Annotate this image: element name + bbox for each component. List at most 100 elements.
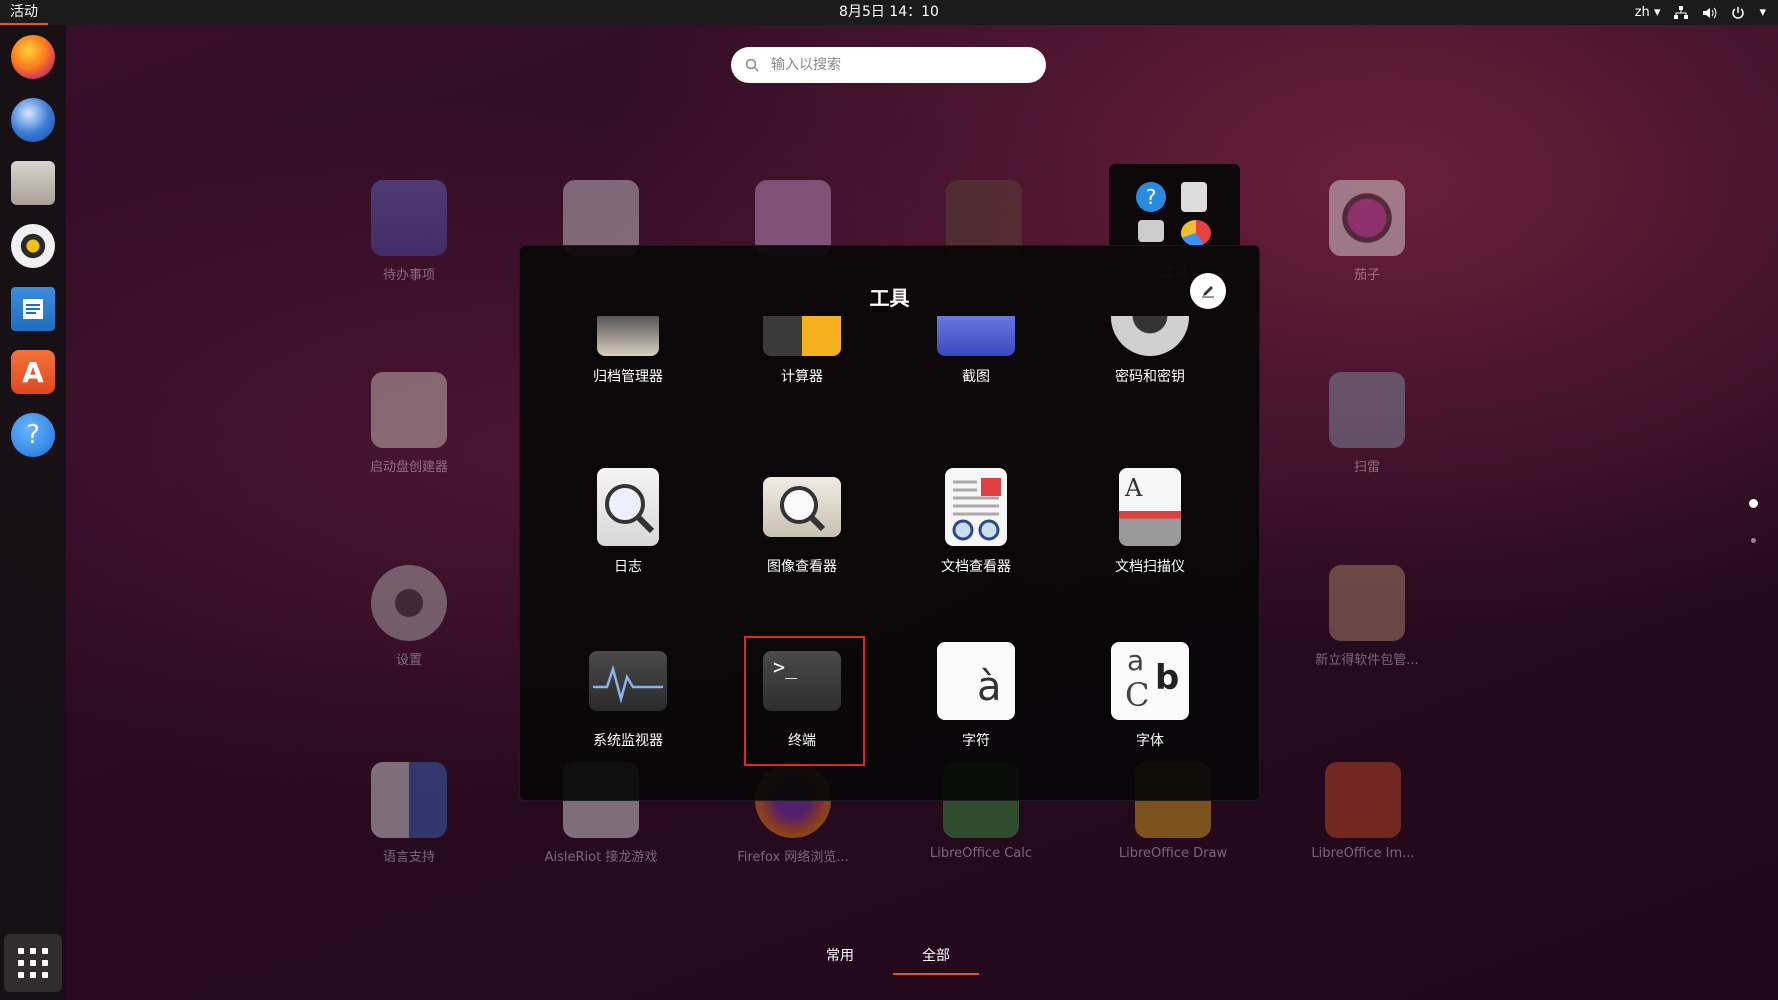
app-document-viewer[interactable]: 文档查看器 [901,468,1051,576]
app-label: 字体 [1136,733,1164,749]
app-settings[interactable]: 设置 [334,565,484,668]
app-image-viewer[interactable]: 图像查看器 [727,468,877,576]
pencil-icon [1202,286,1214,298]
app-label: 计算器 [781,369,823,385]
package-icon [1329,565,1405,641]
app-label: AisleRiot 接龙游戏 [544,850,658,865]
archive-icon [597,316,659,356]
app-label: 待办事项 [382,268,435,283]
font-b-glyph: b [1155,658,1180,698]
disk-icon [1138,220,1164,242]
app-label: 截图 [962,369,990,385]
search-bar[interactable] [731,47,1046,83]
ubuntu-software-icon[interactable]: A [11,350,55,394]
letter-glyph-icon: A [1125,474,1143,502]
rhythmbox-icon[interactable] [11,224,55,268]
app-libreoffice-impress[interactable]: LibreOffice Im... [1288,762,1438,861]
calculator-icon [763,316,841,356]
presentation-icon [1325,762,1401,838]
activities-button[interactable]: 活动 [0,0,48,25]
libreoffice-writer-icon[interactable] [11,287,55,331]
app-label: Firefox 网络浏览... [737,850,849,865]
thunderbird-icon[interactable] [11,98,55,142]
network-icon[interactable] [1674,5,1689,20]
software-a-glyph-icon: A [22,355,44,389]
font-icon: a C b [1111,642,1189,720]
language-label: zh [1634,5,1650,20]
usb-icon [1181,182,1207,212]
keys-icon [1111,316,1189,356]
power-icon[interactable] [1731,6,1745,20]
image-viewer-icon [763,477,841,537]
tools-folder-icon[interactable]: ? [1109,164,1240,246]
page-indicator-active[interactable] [1749,499,1758,508]
app-language-support[interactable]: 语言支持 [334,762,484,865]
app-label: 归档管理器 [593,369,663,385]
app-logs[interactable]: 日志 [553,468,703,576]
app-todo[interactable]: 待办事项 [334,180,484,283]
app-label: LibreOffice Im... [1311,846,1415,861]
app-screenshot[interactable]: 截图 [901,316,1051,386]
rename-folder-button[interactable] [1190,273,1226,309]
app-label: 文档查看器 [941,559,1011,575]
language-indicator[interactable]: zh ▾ [1635,5,1661,20]
terminal-highlight-box [744,636,865,766]
accented-a-glyph-icon: à [977,664,1002,710]
app-system-monitor[interactable]: 系统监视器 [553,642,703,750]
app-characters[interactable]: à 字符 [901,642,1051,750]
document-lines-icon [23,299,43,319]
app-seahorse[interactable]: 密码和密钥 [1075,316,1225,386]
search-icon [745,58,759,72]
scanner-icon: A [1119,468,1181,546]
folder-title[interactable]: 工具 [520,282,1259,311]
app-label: 日志 [614,559,642,575]
usb-drive-icon [371,372,447,448]
files-icon[interactable] [11,161,55,205]
page-indicator[interactable] [1751,538,1756,543]
app-label: 设置 [395,653,422,668]
tab-frequent[interactable]: 常用 [797,945,883,973]
app-cheese[interactable]: 茄子 [1292,180,1442,283]
app-file-roller[interactable]: 归档管理器 [553,316,703,386]
chevron-down-icon[interactable]: ▾ [1759,5,1766,20]
volume-icon[interactable] [1702,6,1717,20]
tools-folder-popup: 工具 归档管理器 计算器 截图 密码和密钥 日志 图像查看器 文档查看器 A 文… [519,245,1260,801]
dock: A ? [0,25,66,1000]
question-mark-glyph: ? [26,420,40,450]
app-label: LibreOffice Draw [1118,846,1228,861]
character-icon: à [937,642,1015,720]
todo-icon [371,180,447,256]
language-icon [371,762,447,838]
app-label: 茄子 [1353,268,1380,283]
search-input[interactable] [769,56,1013,74]
webcam-icon [1329,180,1405,256]
tab-all[interactable]: 全部 [893,945,979,975]
app-usb-creator[interactable]: 启动盘创建器 [334,372,484,475]
app-synaptic[interactable]: 新立得软件包管... [1292,565,1442,668]
app-document-scanner[interactable]: A 文档扫描仪 [1075,468,1225,576]
app-mines[interactable]: 扫雷 [1292,372,1442,475]
document-glasses-icon [945,468,1007,546]
app-label: 字符 [962,733,990,749]
gear-icon [371,565,447,641]
show-applications-button[interactable] [4,934,62,992]
app-label: 扫雷 [1353,460,1380,475]
app-label: 图像查看器 [767,559,837,575]
help-icon[interactable]: ? [11,413,55,457]
app-label: 新立得软件包管... [1315,653,1419,668]
app-label: 文档扫描仪 [1115,559,1185,575]
app-fonts[interactable]: a C b 字体 [1075,642,1225,750]
firefox-icon[interactable] [11,35,55,79]
app-label: 密码和密钥 [1115,369,1185,385]
app-label: 启动盘创建器 [369,460,448,475]
app-label: LibreOffice Calc [929,846,1033,861]
pulse-icon [589,651,667,711]
clock[interactable]: 8月5日 14：10 [839,0,939,25]
font-c-glyph: C [1125,676,1150,714]
system-tray[interactable]: zh ▾ ▾ [1635,0,1766,25]
mine-icon [1329,372,1405,448]
pie-chart-icon [1181,220,1211,246]
app-calculator[interactable]: 计算器 [727,316,877,386]
app-label: 系统监视器 [593,733,663,749]
app-label: 语言支持 [382,850,435,865]
